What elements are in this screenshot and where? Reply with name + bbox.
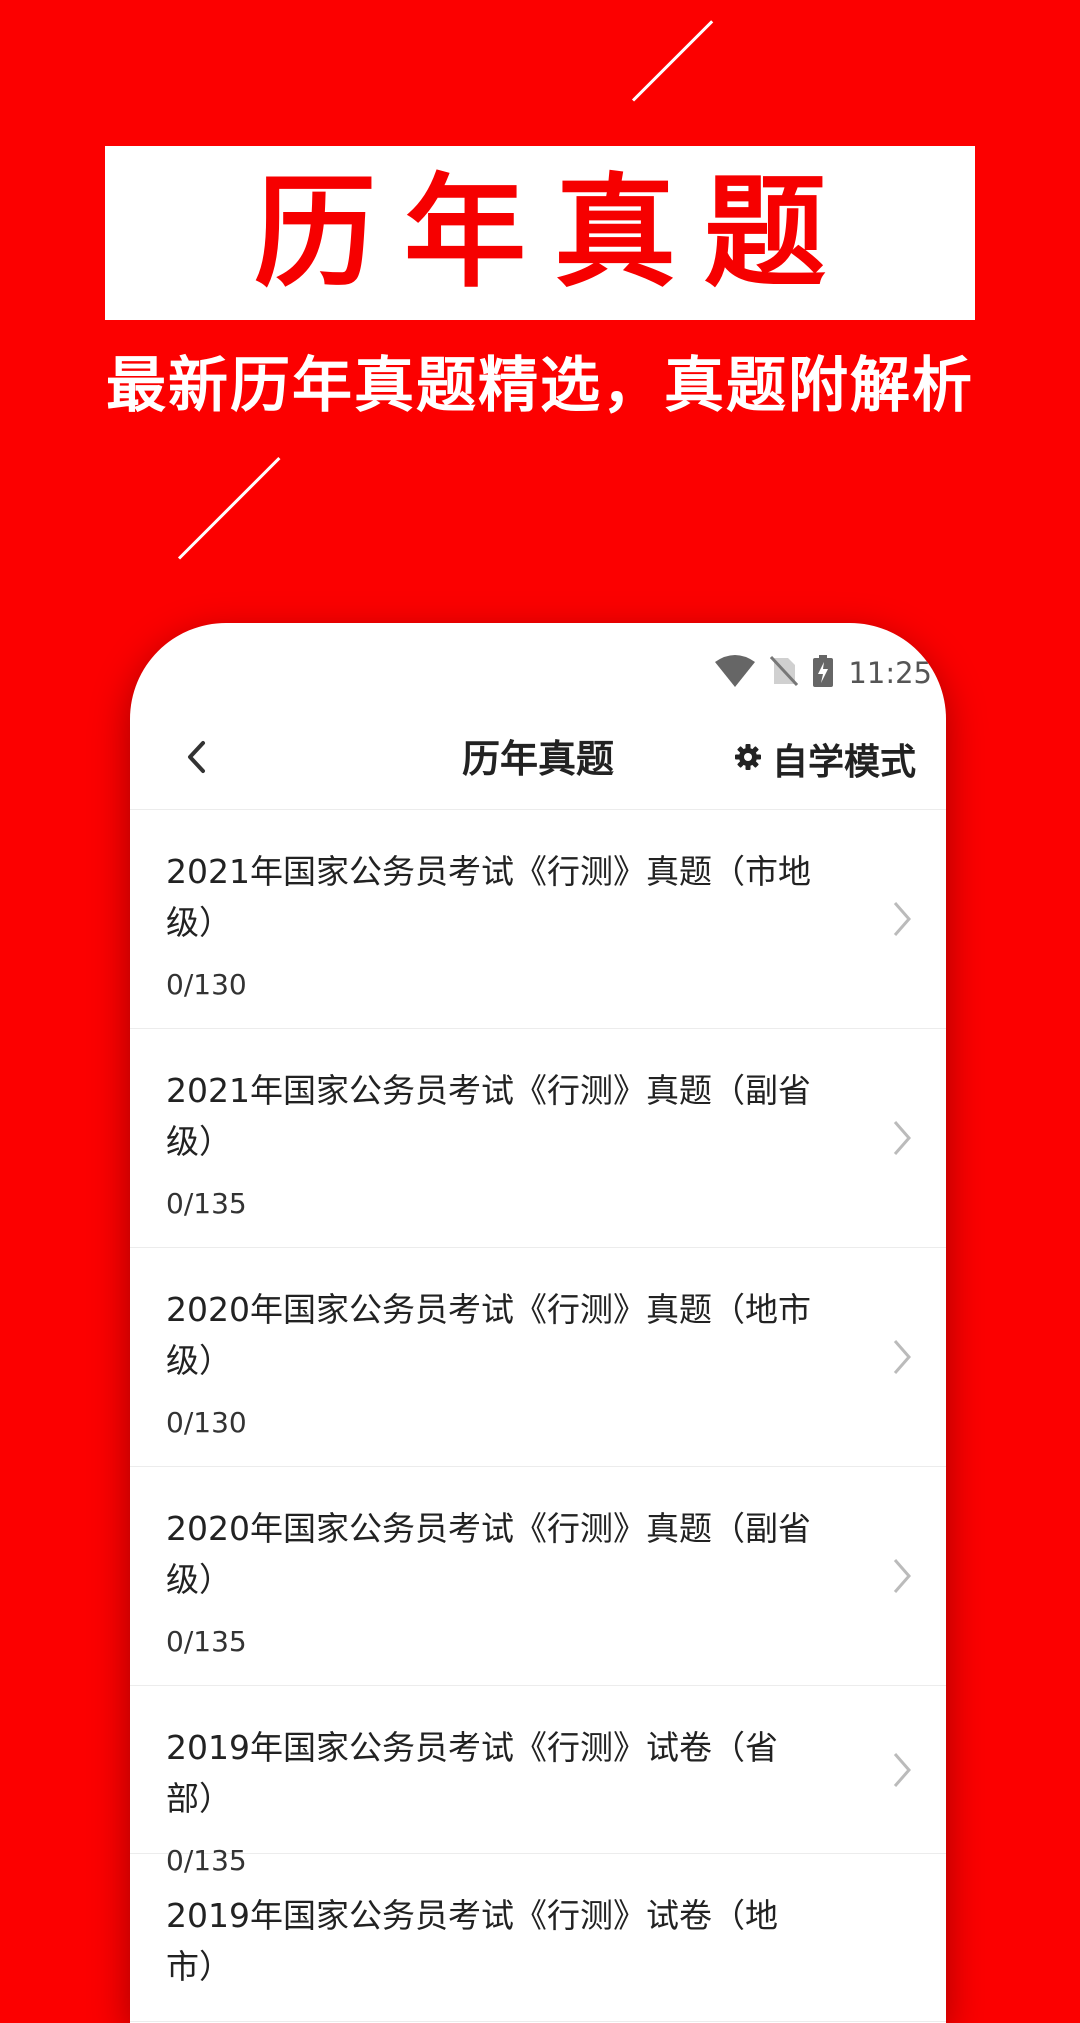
hero-title-box: 历年真题 [105, 146, 975, 320]
decorative-line [631, 20, 714, 102]
chevron-right-icon [893, 1121, 911, 1155]
exam-progress: 0/130 [166, 1406, 247, 1439]
list-item[interactable]: 2019年国家公务员考试《行测》试卷（省部） 0/135 [130, 1686, 946, 1877]
list-item[interactable]: 2021年国家公务员考试《行测》真题（副省级） 0/135 [130, 1029, 946, 1248]
decorative-line [177, 457, 281, 560]
app-bar: 历年真题 自学模式 [130, 709, 946, 810]
exam-list: 2021年国家公务员考试《行测》真题（市地级） 0/130 2021年国家公务员… [130, 810, 946, 2022]
exam-progress: 0/135 [166, 1187, 247, 1220]
list-item[interactable]: 2021年国家公务员考试《行测》真题（市地级） 0/130 [130, 810, 946, 1029]
chevron-right-icon [893, 1559, 911, 1593]
list-item[interactable]: 2020年国家公务员考试《行测》真题（地市级） 0/130 [130, 1248, 946, 1467]
exam-progress: 0/130 [166, 968, 247, 1001]
exam-title: 2020年国家公务员考试《行测》真题（地市级） [166, 1290, 811, 1380]
gear-icon [734, 743, 762, 775]
exam-title: 2019年国家公务员考试《行测》试卷（省部） [166, 1728, 778, 1818]
self-study-mode-button[interactable]: 自学模式 [734, 734, 916, 784]
self-study-mode-label: 自学模式 [771, 742, 916, 783]
wifi-icon [714, 654, 756, 692]
exam-progress: 0/135 [166, 1625, 247, 1658]
battery-charging-icon [812, 654, 834, 692]
exam-title: 2021年国家公务员考试《行测》真题（市地级） [166, 852, 811, 942]
list-item[interactable]: 2019年国家公务员考试《行测》试卷（地市） [130, 1854, 946, 2022]
exam-title: 2021年国家公务员考试《行测》真题（副省级） [166, 1071, 811, 1161]
back-button[interactable] [174, 737, 218, 781]
list-item[interactable]: 2020年国家公务员考试《行测》真题（副省级） 0/135 [130, 1467, 946, 1686]
chevron-left-icon [185, 739, 207, 779]
exam-title: 2019年国家公务员考试《行测》试卷（地市） [166, 1896, 778, 1986]
hero-title: 历年真题 [254, 162, 854, 304]
chevron-right-icon [893, 902, 911, 936]
hero-subtitle: 最新历年真题精选，真题附解析 [106, 351, 974, 421]
no-sim-icon [770, 655, 799, 691]
phone-screen: 11:25 历年真题 自学模式 2021年国家公务员考试《行测》真题（市地级） … [130, 623, 946, 2023]
status-time: 11:25 [848, 656, 932, 690]
chevron-right-icon [893, 1752, 911, 1787]
status-bar: 11:25 [714, 653, 932, 693]
exam-title: 2020年国家公务员考试《行测》真题（副省级） [166, 1509, 811, 1599]
chevron-right-icon [893, 1340, 911, 1374]
